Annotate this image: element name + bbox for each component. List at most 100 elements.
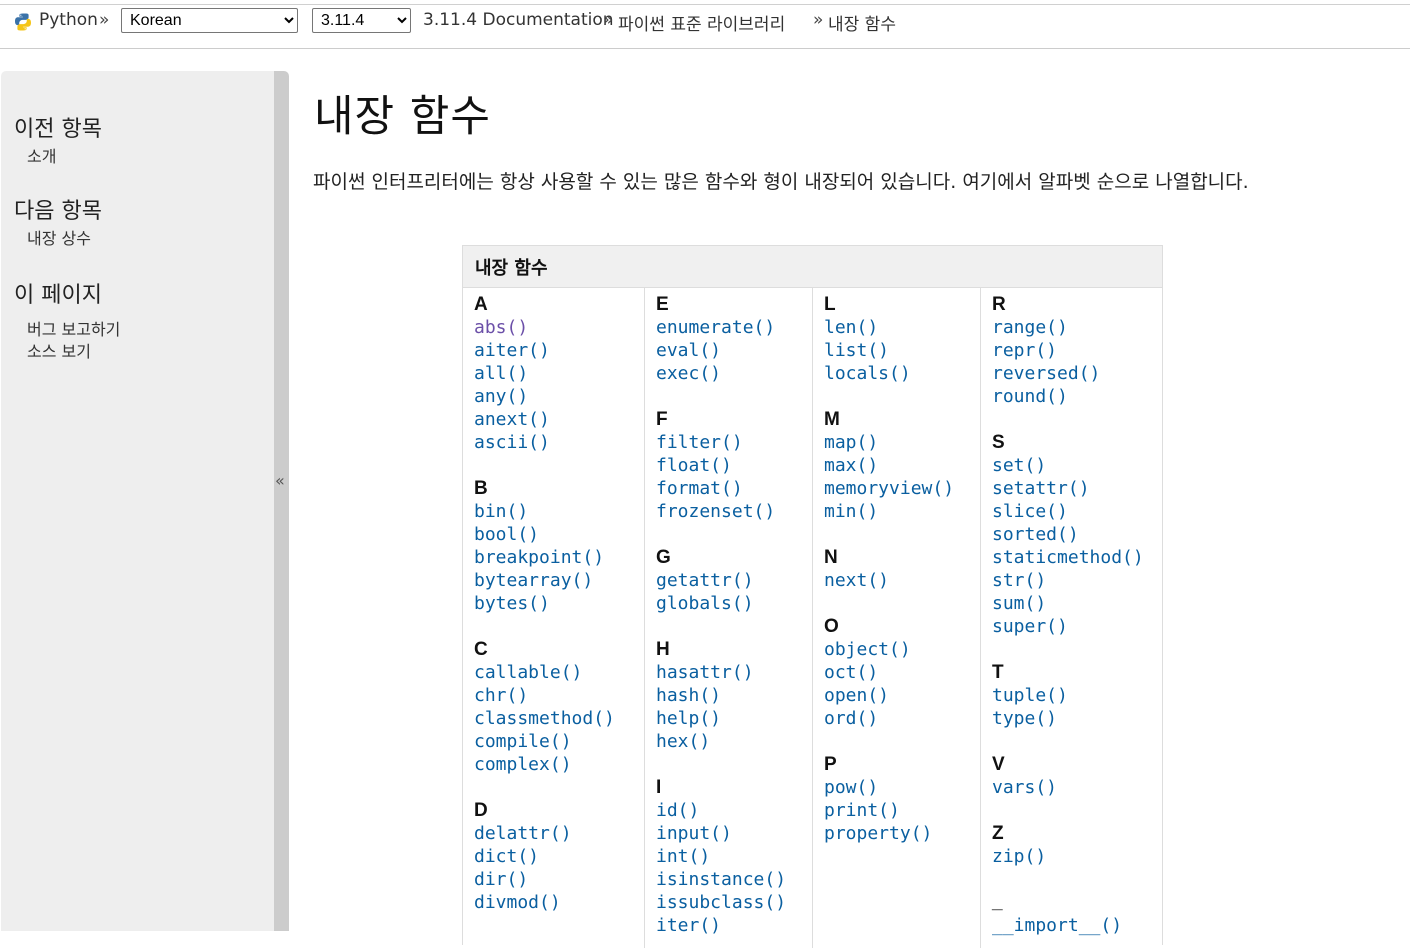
version-select[interactable]: 3.11.4 bbox=[312, 8, 411, 33]
function-link[interactable]: getattr() bbox=[656, 569, 754, 592]
function-link[interactable]: bin() bbox=[474, 500, 604, 523]
function-link[interactable]: dir() bbox=[474, 868, 572, 891]
function-link[interactable]: breakpoint() bbox=[474, 546, 604, 569]
function-link[interactable]: iter() bbox=[656, 914, 786, 937]
letter-group-h: H hasattr() hash() help() hex() bbox=[656, 638, 754, 753]
function-link[interactable]: hex() bbox=[656, 730, 754, 753]
function-link[interactable]: filter() bbox=[656, 431, 775, 454]
function-link[interactable]: frozenset() bbox=[656, 500, 775, 523]
function-link[interactable]: zip() bbox=[992, 845, 1046, 868]
function-link[interactable]: ascii() bbox=[474, 431, 550, 454]
sidebar-next-link[interactable]: 내장 상수 bbox=[27, 225, 91, 249]
function-link[interactable]: len() bbox=[824, 316, 911, 339]
function-link[interactable]: super() bbox=[992, 615, 1144, 638]
function-link[interactable]: sum() bbox=[992, 592, 1144, 615]
sidebar: 이전 항목 소개 다음 항목 내장 상수 이 페이지 버그 보고하기 소스 보기 bbox=[1, 71, 274, 931]
function-link[interactable]: hash() bbox=[656, 684, 754, 707]
function-link[interactable]: pow() bbox=[824, 776, 932, 799]
function-link[interactable]: id() bbox=[656, 799, 786, 822]
function-link[interactable]: property() bbox=[824, 822, 932, 845]
function-link[interactable]: enumerate() bbox=[656, 316, 775, 339]
function-link[interactable]: delattr() bbox=[474, 822, 572, 845]
function-link[interactable]: eval() bbox=[656, 339, 775, 362]
function-link[interactable]: str() bbox=[992, 569, 1144, 592]
letter-group-d: D delattr() dict() dir() divmod() bbox=[474, 799, 572, 914]
sidebar-report-bug-link[interactable]: 버그 보고하기 bbox=[27, 316, 120, 340]
function-link[interactable]: repr() bbox=[992, 339, 1100, 362]
sidebar-collapse-button[interactable]: « bbox=[274, 71, 289, 931]
breadcrumb-standard-library[interactable]: 파이썬 표준 라이브러리 bbox=[618, 10, 785, 35]
function-link[interactable]: bytearray() bbox=[474, 569, 604, 592]
function-link[interactable]: round() bbox=[992, 385, 1100, 408]
letter-group-b: B bin() bool() breakpoint() bytearray() … bbox=[474, 477, 604, 615]
function-link[interactable]: bytes() bbox=[474, 592, 604, 615]
function-link[interactable]: oct() bbox=[824, 661, 911, 684]
letter-group-g: G getattr() globals() bbox=[656, 546, 754, 615]
function-link[interactable]: anext() bbox=[474, 408, 550, 431]
function-link[interactable]: print() bbox=[824, 799, 932, 822]
builtin-functions-table: 내장 함수 A abs() aiter() all() any() anext(… bbox=[462, 245, 1163, 948]
function-link[interactable]: vars() bbox=[992, 776, 1057, 799]
breadcrumb-documentation[interactable]: 3.11.4 Documentation bbox=[423, 10, 614, 30]
function-link[interactable]: set() bbox=[992, 454, 1144, 477]
function-link[interactable]: open() bbox=[824, 684, 911, 707]
group-letter: Z bbox=[992, 823, 1004, 844]
function-link[interactable]: chr() bbox=[474, 684, 615, 707]
function-link[interactable]: hasattr() bbox=[656, 661, 754, 684]
function-link[interactable]: issubclass() bbox=[656, 891, 786, 914]
function-link[interactable]: input() bbox=[656, 822, 786, 845]
group-letter: C bbox=[474, 639, 488, 660]
function-link[interactable]: help() bbox=[656, 707, 754, 730]
function-link[interactable]: ord() bbox=[824, 707, 911, 730]
function-link[interactable]: compile() bbox=[474, 730, 615, 753]
function-link[interactable]: memoryview() bbox=[824, 477, 954, 500]
group-letter: O bbox=[824, 616, 839, 637]
function-link[interactable]: globals() bbox=[656, 592, 754, 615]
function-link[interactable]: type() bbox=[992, 707, 1068, 730]
group-letter: E bbox=[656, 294, 669, 315]
function-link[interactable]: isinstance() bbox=[656, 868, 786, 891]
function-link[interactable]: setattr() bbox=[992, 477, 1144, 500]
function-link[interactable]: tuple() bbox=[992, 684, 1068, 707]
function-link[interactable]: int() bbox=[656, 845, 786, 868]
function-link[interactable]: any() bbox=[474, 385, 550, 408]
letter-group-t: T tuple() type() bbox=[992, 661, 1068, 730]
group-letter: D bbox=[474, 800, 488, 821]
sidebar-prev-link[interactable]: 소개 bbox=[27, 143, 56, 167]
function-link[interactable]: complex() bbox=[474, 753, 615, 776]
language-select[interactable]: Korean bbox=[121, 8, 298, 33]
function-link[interactable]: dict() bbox=[474, 845, 572, 868]
function-link[interactable]: float() bbox=[656, 454, 775, 477]
function-link[interactable]: classmethod() bbox=[474, 707, 615, 730]
function-link[interactable]: aiter() bbox=[474, 339, 550, 362]
function-link[interactable]: map() bbox=[824, 431, 954, 454]
function-link[interactable]: slice() bbox=[992, 500, 1144, 523]
function-link[interactable]: object() bbox=[824, 638, 911, 661]
function-link[interactable]: all() bbox=[474, 362, 550, 385]
function-link[interactable]: callable() bbox=[474, 661, 615, 684]
function-link[interactable]: locals() bbox=[824, 362, 911, 385]
function-link[interactable]: abs() bbox=[474, 316, 550, 339]
function-link[interactable]: next() bbox=[824, 569, 889, 592]
function-link[interactable]: range() bbox=[992, 316, 1100, 339]
python-home-link[interactable]: Python bbox=[39, 10, 98, 30]
table-heading: 내장 함수 bbox=[475, 258, 548, 279]
function-link[interactable]: exec() bbox=[656, 362, 775, 385]
function-link[interactable]: bool() bbox=[474, 523, 604, 546]
function-link[interactable]: __import__() bbox=[992, 914, 1122, 937]
function-link[interactable]: sorted() bbox=[992, 523, 1144, 546]
table-column-4: R range() repr() reversed() round() S se… bbox=[980, 288, 1163, 948]
group-letter: A bbox=[474, 294, 488, 315]
function-link[interactable]: min() bbox=[824, 500, 954, 523]
page-title: 내장 함수 bbox=[314, 92, 491, 142]
function-link[interactable]: format() bbox=[656, 477, 775, 500]
letter-group-r: R range() repr() reversed() round() bbox=[992, 293, 1100, 408]
function-link[interactable]: divmod() bbox=[474, 891, 572, 914]
function-link[interactable]: list() bbox=[824, 339, 911, 362]
letter-group-z: Z zip() bbox=[992, 822, 1046, 868]
function-link[interactable]: max() bbox=[824, 454, 954, 477]
sidebar-show-source-link[interactable]: 소스 보기 bbox=[27, 338, 91, 362]
breadcrumb-separator: » bbox=[603, 10, 614, 30]
function-link[interactable]: reversed() bbox=[992, 362, 1100, 385]
function-link[interactable]: staticmethod() bbox=[992, 546, 1144, 569]
